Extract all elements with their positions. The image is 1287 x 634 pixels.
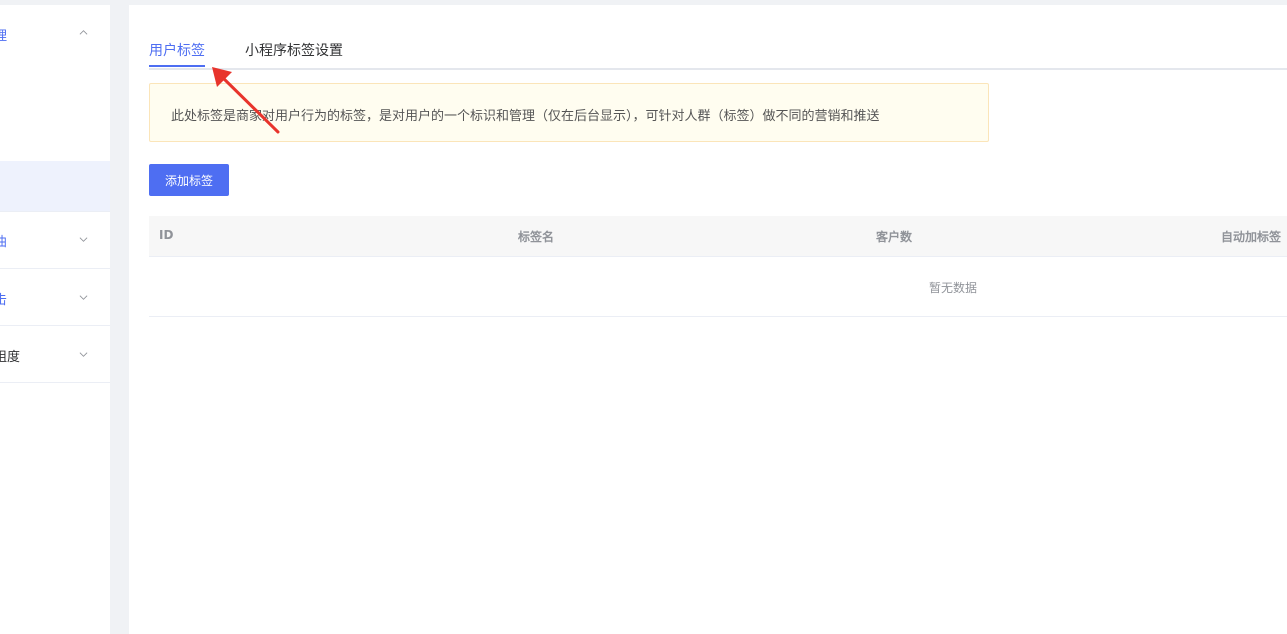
tab-user-tags[interactable]: 用户标签 <box>149 40 205 67</box>
tab-bar: 用户标签 小程序标签设置 <box>149 35 1287 70</box>
tab-active-indicator <box>149 65 205 67</box>
column-header-customer-count[interactable]: 客户数 <box>876 228 912 245</box>
tags-table: ID 标签名 客户数 自动加标签 暂无数据 <box>149 216 1287 317</box>
sidebar: 理 曲 击 阻度 <box>0 5 110 634</box>
annotation-arrow-icon <box>212 67 280 134</box>
chevron-down-icon[interactable] <box>79 293 88 302</box>
sidebar-group-label: 阻度 <box>0 350 21 365</box>
column-header-tag-name[interactable]: 标签名 <box>518 228 554 245</box>
sidebar-active-item[interactable] <box>0 161 110 211</box>
sidebar-group-2[interactable]: 曲 <box>0 211 110 269</box>
empty-state-text: 暂无数据 <box>929 281 978 295</box>
sidebar-group-label: 曲 <box>0 235 8 250</box>
sidebar-group-4[interactable]: 阻度 <box>0 326 110 383</box>
column-header-id[interactable]: ID <box>159 228 173 242</box>
column-header-auto-tag[interactable]: 自动加标签 <box>1221 228 1281 245</box>
sidebar-group-3[interactable]: 击 <box>0 269 110 326</box>
tab-miniprogram-settings[interactable]: 小程序标签设置 <box>245 40 343 60</box>
table-header: ID 标签名 客户数 自动加标签 <box>149 216 1287 257</box>
tab-miniprogram-settings-label: 小程序标签设置 <box>245 43 343 59</box>
chevron-up-icon[interactable] <box>79 28 88 37</box>
chevron-down-icon[interactable] <box>79 235 88 244</box>
tab-user-tags-label: 用户标签 <box>149 43 205 59</box>
add-tag-button[interactable]: 添加标签 <box>149 164 229 196</box>
table-body: 暂无数据 <box>149 257 1287 317</box>
sidebar-group-1[interactable]: 理 <box>0 5 110 212</box>
sidebar-group-label: 击 <box>0 293 8 308</box>
chevron-down-icon[interactable] <box>79 350 88 359</box>
main-panel: 用户标签 小程序标签设置 此处标签是商家对用户行为的标签，是对用户的一个标识和管… <box>129 5 1287 634</box>
sidebar-group-label: 理 <box>0 29 8 44</box>
